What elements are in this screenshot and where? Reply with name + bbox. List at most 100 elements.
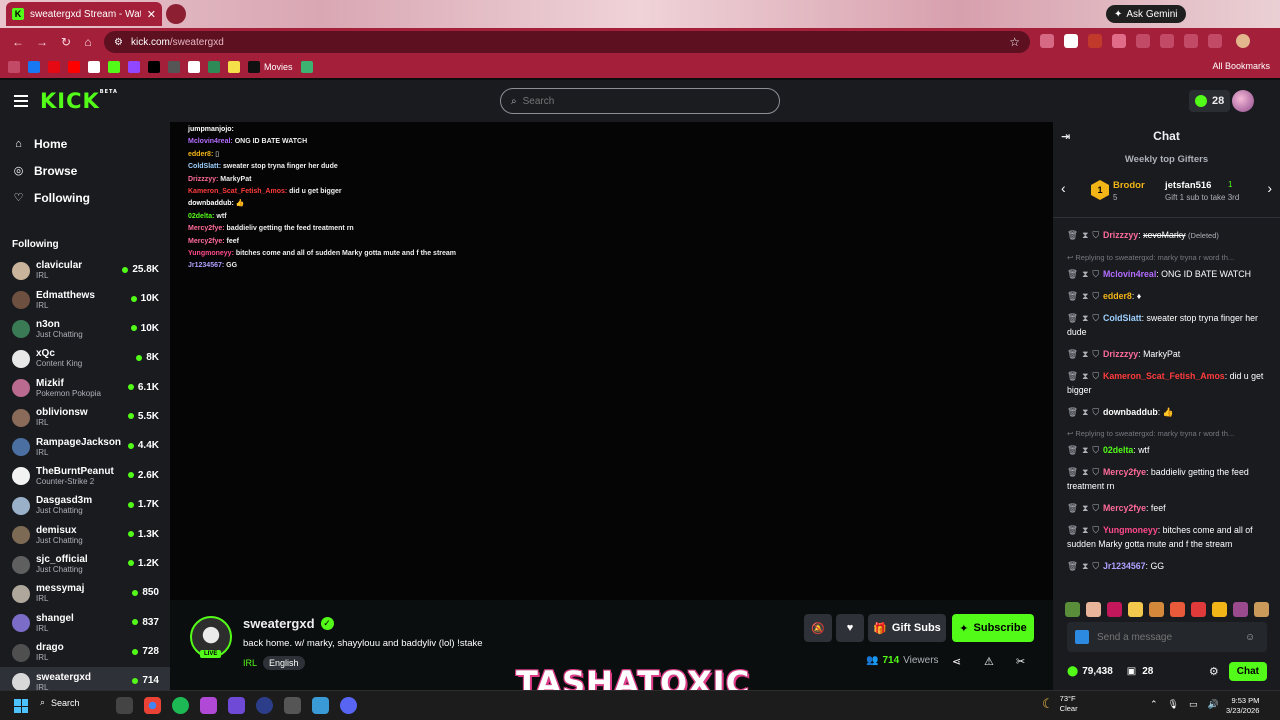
next-arrow-icon[interactable]: › [1267, 180, 1272, 196]
chat-username[interactable]: Yungmoneyy [1103, 525, 1158, 535]
bookmark-star-icon[interactable]: ☆ [1009, 35, 1020, 49]
timeout-icon[interactable]: ⧗ [1082, 291, 1088, 301]
menu-icon[interactable] [14, 95, 28, 110]
mod-shield-icon[interactable]: ⛉ [1092, 445, 1099, 455]
timeout-icon[interactable]: ⧗ [1082, 230, 1088, 240]
sidebar-channel[interactable]: xQc Content King 8K [0, 344, 170, 373]
forward-icon[interactable]: → [34, 34, 50, 50]
x-icon[interactable] [148, 61, 160, 73]
emote-icon[interactable] [1065, 602, 1080, 617]
extension-icon[interactable] [1040, 34, 1054, 48]
chat-message[interactable]: 🗑 ⧗ ⛉ downbaddub: 👍 [1067, 405, 1272, 419]
kick-emote-icon[interactable] [1075, 630, 1089, 644]
sidebar-channel[interactable]: sjc_official Just Chatting 1.2K [0, 550, 170, 579]
timeout-icon[interactable]: ⧗ [1082, 445, 1088, 455]
chat-message[interactable]: 🗑 ⧗ ⛉ Yungmoneyy: bitches come and all of s… [1067, 523, 1272, 551]
chat-username[interactable]: Mercy2fye [1103, 503, 1146, 513]
app-icon[interactable] [200, 697, 217, 714]
back-icon[interactable]: ← [10, 34, 26, 50]
chat-username[interactable]: edder8 [1103, 291, 1132, 301]
sidebar-channel[interactable]: Dasgasd3m Just Chatting 1.7K [0, 491, 170, 520]
collapse-chat-icon[interactable]: ⇥ [1061, 130, 1070, 143]
mod-shield-icon[interactable]: ⛉ [1092, 269, 1099, 279]
chat-message[interactable]: ↩ Replying to sweatergxd: marky tryna r … [1067, 251, 1272, 281]
all-bookmarks[interactable]: All Bookmarks [1212, 61, 1270, 71]
chat-username[interactable]: Mercy2fye [1103, 467, 1146, 477]
subscribe-button[interactable]: ✦ Subscribe [952, 614, 1034, 642]
taskbar-clock[interactable]: 9:53 PM 3/23/2026 [1226, 696, 1259, 716]
timeout-icon[interactable]: ⧗ [1082, 313, 1088, 323]
chat-message[interactable]: 🗑 ⧗ ⛉ Jr1234567: GG [1067, 559, 1272, 573]
emote-icon[interactable] [1191, 602, 1206, 617]
site-info-icon[interactable]: ⚙ [114, 37, 123, 48]
youtube-icon[interactable] [68, 61, 80, 73]
user-avatar[interactable] [1232, 90, 1254, 112]
sidebar-channel[interactable]: Edmatthews IRL 10K [0, 285, 170, 314]
delete-message-icon[interactable]: 🗑 [1067, 291, 1078, 301]
volume-icon[interactable]: 🔊 [1208, 699, 1219, 710]
delete-message-icon[interactable]: 🗑 [1067, 407, 1078, 417]
timeout-icon[interactable]: ⧗ [1082, 561, 1088, 571]
chat-message[interactable]: 🗑 ⧗ ⛉ Kameron_Scat_Fetish_Amos: did u get b… [1067, 369, 1272, 397]
channel-points[interactable]: ⬤ 79,438 [1067, 666, 1113, 677]
mod-shield-icon[interactable]: ⛉ [1092, 407, 1099, 417]
timeout-icon[interactable]: ⧗ [1082, 525, 1088, 535]
file-explorer-icon[interactable] [116, 697, 133, 714]
bookmark-icon[interactable] [208, 61, 220, 73]
address-bar[interactable]: ⚙ kick.com/sweatergxd ☆ [104, 31, 1030, 53]
sidebar-channel[interactable]: clavicular IRL 25.8K [0, 256, 170, 285]
sidebar-channel[interactable]: messymaj IRL 850 [0, 579, 170, 608]
app-icon[interactable] [256, 697, 273, 714]
sidebar-channel[interactable]: n3on Just Chatting 10K [0, 315, 170, 344]
chat-message[interactable]: 🗑 ⧗ ⛉ Drizzzyy: MarkyPat [1067, 347, 1272, 361]
timeout-icon[interactable]: ⧗ [1082, 349, 1088, 359]
profile-avatar[interactable] [1236, 34, 1250, 48]
timeout-icon[interactable]: ⧗ [1082, 371, 1088, 381]
follow-button[interactable]: ♥ [836, 614, 864, 642]
delete-message-icon[interactable]: 🗑 [1067, 561, 1078, 571]
chat-username[interactable]: downbaddub [1103, 407, 1158, 417]
chat-username[interactable]: Drizzzyy [1103, 230, 1138, 240]
chat-username[interactable]: Jr1234567 [1103, 561, 1146, 571]
delete-message-icon[interactable]: 🗑 [1067, 503, 1078, 513]
notepad-icon[interactable] [312, 697, 329, 714]
chat-username[interactable]: 02delta [1103, 445, 1133, 455]
emote-icon[interactable] [1170, 602, 1185, 617]
taskbar-search[interactable]: ⌕ Search [40, 697, 80, 708]
clip-icon[interactable]: ✂ [1016, 655, 1025, 668]
ask-gemini-button[interactable]: ✦ Ask Gemini [1106, 5, 1186, 23]
microphone-icon[interactable]: 🎙 [1168, 699, 1179, 710]
search-input[interactable] [522, 95, 753, 107]
kick-icon[interactable] [108, 61, 120, 73]
emote-icon[interactable] [1233, 602, 1248, 617]
sidebar-channel[interactable]: oblivionsw IRL 5.5K [0, 403, 170, 432]
search-bar[interactable]: ⌕ [500, 88, 780, 114]
delete-message-icon[interactable]: 🗑 [1067, 230, 1078, 240]
delete-message-icon[interactable]: 🗑 [1067, 349, 1078, 359]
delete-message-icon[interactable]: 🗑 [1067, 371, 1078, 381]
chat-message[interactable]: 🗑 ⧗ ⛉ ColdSlatt: sweater stop tryna finger … [1067, 311, 1272, 339]
tray-chevron-icon[interactable]: ⌃ [1150, 699, 1158, 710]
delete-message-icon[interactable]: 🗑 [1067, 269, 1078, 279]
sidebar-channel[interactable]: Mizkif Pokemon Pokopia 6.1K [0, 374, 170, 403]
kicks-balance[interactable]: 28 [1189, 90, 1231, 112]
extension-icon[interactable] [1184, 34, 1198, 48]
mod-shield-icon[interactable]: ⛉ [1092, 561, 1099, 571]
home-icon[interactable]: ⌂ [80, 34, 96, 50]
video-player[interactable]: jumpmanjojo: Mclovin4real: ONG ID BATE WA… [170, 122, 1053, 600]
chat-username[interactable]: Drizzzyy [1103, 349, 1138, 359]
sidebar-nav-browse[interactable]: ◎ Browse [12, 157, 170, 184]
netflix-icon[interactable] [48, 61, 60, 73]
category-link[interactable]: IRL [243, 658, 257, 668]
prev-arrow-icon[interactable]: ‹ [1061, 180, 1066, 196]
emote-icon[interactable] [1212, 602, 1227, 617]
reply-context[interactable]: ↩ Replying to sweatergxd: marky tryna r … [1067, 427, 1272, 441]
delete-message-icon[interactable]: 🗑 [1067, 525, 1078, 535]
report-icon[interactable]: ⚠ [984, 655, 994, 668]
spotify-icon[interactable] [172, 697, 189, 714]
emote-icon[interactable] [1086, 602, 1101, 617]
kick-logo[interactable]: KICKBETA [40, 89, 118, 113]
extension-icon[interactable] [1208, 34, 1222, 48]
mod-shield-icon[interactable]: ⛉ [1092, 349, 1099, 359]
reload-icon[interactable]: ↻ [58, 34, 74, 50]
